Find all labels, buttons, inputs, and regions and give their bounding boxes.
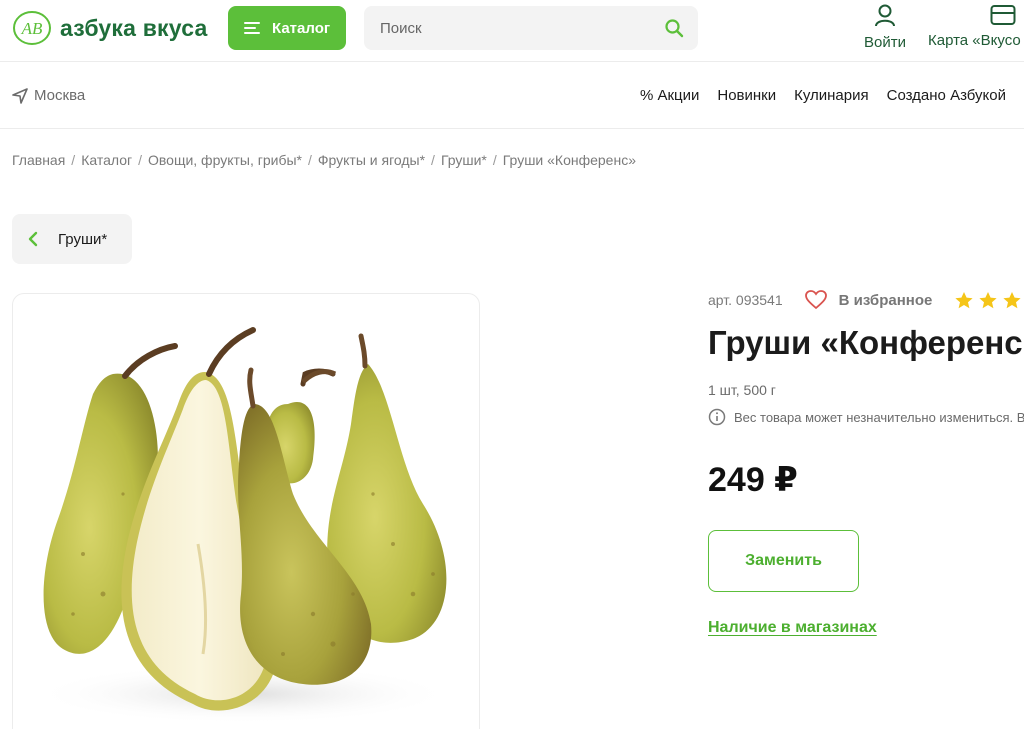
breadcrumb-separator: / [431, 152, 435, 168]
breadcrumb-separator: / [138, 152, 142, 168]
weight-note: Вес товара может незначительно изменитьс… [708, 408, 1024, 426]
login-button[interactable]: Войти [860, 4, 910, 51]
loyalty-card-button[interactable]: Карта «Вкусо [928, 4, 1024, 49]
product-price: 249 ₽ [708, 461, 798, 499]
nav-culinary[interactable]: Кулинария [794, 87, 869, 104]
user-icon [875, 4, 895, 27]
product-image [33, 327, 453, 724]
article-number: арт. 093541 [708, 292, 783, 308]
search-input[interactable] [364, 6, 654, 50]
product-image-card[interactable] [12, 293, 480, 729]
heart-icon [804, 290, 827, 310]
search-icon[interactable] [664, 18, 684, 38]
top-nav: % Акции Новинки Кулинария Создано Азбуко… [640, 87, 1006, 104]
subheader: Москва % Акции Новинки Кулинария Создано… [0, 62, 1024, 129]
city-selector[interactable]: Москва [12, 87, 85, 104]
logo-icon: АВ [13, 11, 51, 45]
breadcrumb-item[interactable]: Овощи, фрукты, грибы* [148, 152, 302, 168]
store-availability-link[interactable]: Наличие в магазинах [708, 619, 877, 637]
brand-name: азбука вкуса [60, 14, 208, 41]
login-label: Войти [864, 34, 906, 51]
breadcrumb-current: Груши «Конференс» [502, 152, 636, 168]
breadcrumb-item[interactable]: Фрукты и ягоды* [318, 152, 425, 168]
svg-text:АВ: АВ [21, 19, 43, 38]
catalog-label: Каталог [272, 19, 331, 37]
product-title: Груши «Конференс» [708, 324, 1024, 361]
breadcrumb-item[interactable]: Каталог [81, 152, 132, 168]
product-weight: 1 шт, 500 г [708, 382, 776, 398]
city-label: Москва [34, 87, 86, 104]
logo[interactable]: АВ азбука вкуса [12, 8, 207, 48]
back-to-category-button[interactable]: Груши* [12, 214, 132, 264]
chevron-left-icon [28, 231, 38, 247]
rating-stars[interactable] [954, 291, 1022, 310]
card-icon [990, 5, 1016, 25]
nav-promotions[interactable]: % Акции [640, 87, 699, 104]
breadcrumb: Главная / Каталог / Овощи, фрукты, грибы* /… [12, 152, 636, 168]
info-icon [708, 408, 726, 426]
nav-own-brand[interactable]: Создано Азбукой [887, 87, 1006, 104]
star-icon [1003, 291, 1021, 308]
search-bar [364, 6, 698, 50]
add-to-favorites-button[interactable]: В избранное [804, 290, 933, 310]
breadcrumb-separator: / [307, 152, 312, 168]
breadcrumb-item[interactable]: Груши* [441, 152, 487, 168]
breadcrumb-item[interactable]: Главная [12, 152, 65, 168]
nav-new[interactable]: Новинки [717, 87, 776, 104]
location-icon [12, 87, 28, 104]
header: АВ азбука вкуса Каталог Войти Карта «Вку… [0, 0, 1024, 62]
back-label: Груши* [58, 230, 108, 248]
weight-note-text: Вес товара может незначительно изменитьс… [734, 409, 1024, 425]
favorites-label: В избранное [838, 291, 933, 309]
product-meta: арт. 093541 В избранное [708, 290, 1022, 310]
breadcrumb-separator: / [492, 152, 497, 168]
menu-icon [244, 21, 260, 35]
card-label: Карта «Вкусо [928, 32, 1021, 49]
catalog-button[interactable]: Каталог [228, 6, 346, 50]
breadcrumb-separator: / [71, 152, 76, 168]
star-icon [955, 291, 973, 308]
replace-button[interactable]: Заменить [708, 530, 859, 592]
star-icon [979, 291, 997, 308]
